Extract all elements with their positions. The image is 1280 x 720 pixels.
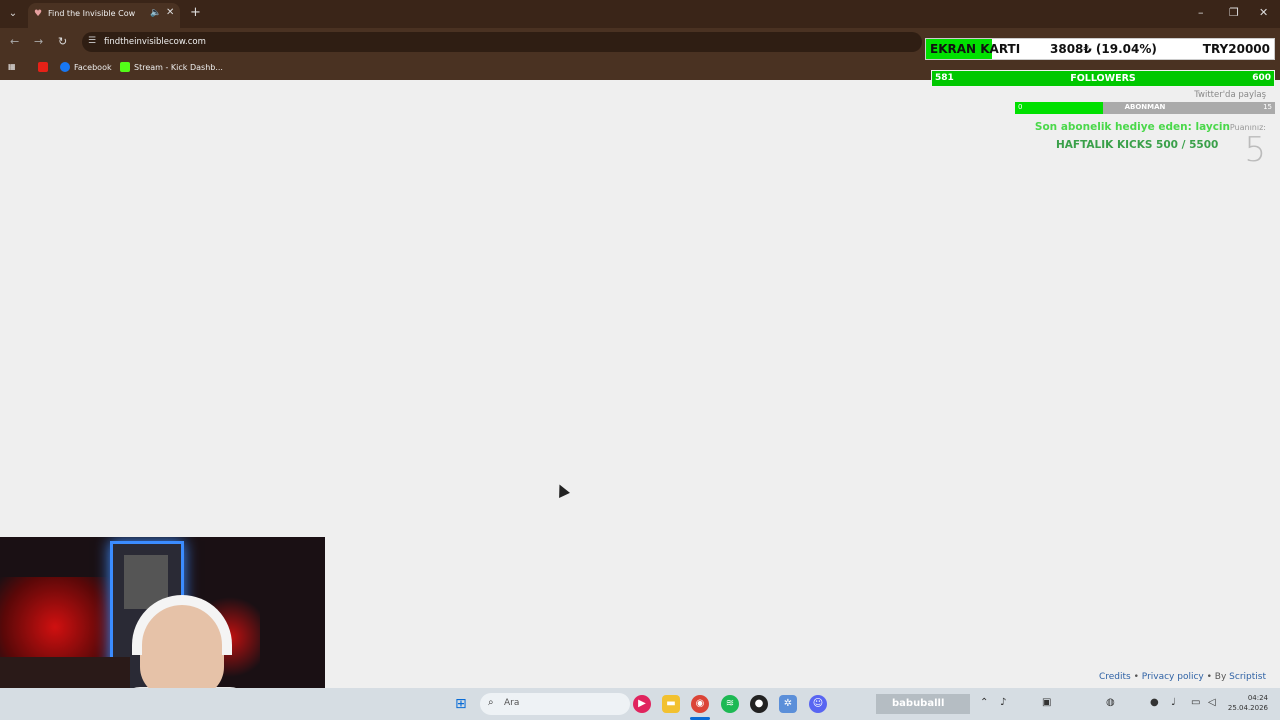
tray-audio-icon[interactable]: ♪ xyxy=(1000,697,1006,708)
reload-button[interactable]: ↻ xyxy=(58,35,67,48)
credits-link[interactable]: Credits xyxy=(1099,672,1131,682)
back-button[interactable]: ← xyxy=(10,35,19,48)
media-player-icon[interactable]: ▶ xyxy=(633,695,651,713)
subscriber-goal-label: ABONMAN xyxy=(1124,103,1166,111)
donation-goal-name: EKRAN KARTI xyxy=(930,42,1021,56)
footer-by: • By xyxy=(1206,672,1227,682)
youtube-icon xyxy=(38,62,48,72)
discord-icon[interactable]: ☺ xyxy=(809,695,827,713)
restore-button[interactable]: ❐ xyxy=(1229,6,1239,19)
subscriber-goal-max: 15 xyxy=(1263,103,1272,111)
weekly-kicks-text: HAFTALIK KICKS 500 / 5500 xyxy=(1056,139,1219,151)
cow-favicon-icon: ♥ xyxy=(34,9,43,19)
speaker-icon[interactable]: 🔈 xyxy=(150,8,161,18)
privacy-link[interactable]: Privacy policy xyxy=(1142,672,1204,682)
tab-title: Find the Invisible Cow xyxy=(48,9,136,18)
browser-tab[interactable]: ♥ Find the Invisible Cow 🔈 ✕ xyxy=(28,3,180,28)
windows-start-icon[interactable]: ⊞ xyxy=(455,696,471,712)
spotify-icon[interactable]: ≋ xyxy=(721,695,739,713)
clock-time: 04:24 xyxy=(1247,694,1268,702)
followers-goal-bar: 581 FOLLOWERS 600 xyxy=(931,70,1275,87)
close-window-button[interactable]: ✕ xyxy=(1259,6,1268,19)
followers-label: FOLLOWERS xyxy=(1070,73,1136,84)
bookmark-facebook-label: Facebook xyxy=(74,63,112,72)
tab-search-icon[interactable]: ⌄ xyxy=(6,7,20,21)
author-link[interactable]: Scriptist xyxy=(1229,672,1266,682)
windows-taskbar: ⊞ ⌕ Ara ▶ ▬ ◉ ≋ ● ✲ ☺ babuballl ⌃ ♪ ▣ ◍ … xyxy=(0,688,1280,720)
bookmark-youtube[interactable] xyxy=(38,62,52,72)
tray-network-icon[interactable]: ▭ xyxy=(1191,697,1200,708)
url-text: findtheinvisiblecow.com xyxy=(104,37,206,47)
address-bar[interactable]: ☰ findtheinvisiblecow.com xyxy=(82,32,922,52)
clock-date: 25.04.2026 xyxy=(1227,704,1268,712)
apps-grid-icon[interactable]: ▦ xyxy=(8,62,16,71)
chrome-icon[interactable]: ◉ xyxy=(691,695,709,713)
taskbar-search[interactable]: ⌕ Ara xyxy=(480,693,630,715)
search-icon: ⌕ xyxy=(488,697,494,708)
tray-app-icon[interactable]: ▣ xyxy=(1042,697,1051,708)
taskbar-clock[interactable]: 04:24 25.04.2026 xyxy=(1228,693,1268,713)
donation-goal-target: TRY20000 xyxy=(1202,42,1270,56)
tray-user-name: babuballl xyxy=(892,698,945,709)
subscriber-goal-bar: 0 ABONMAN 15 xyxy=(1015,102,1275,114)
tray-steam-icon[interactable]: ◍ xyxy=(1106,697,1115,708)
tray-chevron-up-icon[interactable]: ⌃ xyxy=(980,697,988,708)
footer-separator: • xyxy=(1133,672,1139,682)
bookmark-facebook[interactable]: Facebook xyxy=(60,62,112,72)
bookmark-kick[interactable]: Stream - Kick Dashb... xyxy=(120,62,223,72)
browser-titlebar: ⌄ ♥ Find the Invisible Cow 🔈 ✕ + – ❐ ✕ xyxy=(0,0,1280,28)
taskbar-search-placeholder: Ara xyxy=(504,698,520,708)
donation-goal-bar: EKRAN KARTI 3808₺ (19.04%) TRY20000 xyxy=(925,38,1275,60)
tray-user-widget[interactable]: babuballl xyxy=(876,694,970,714)
tray-record-icon[interactable]: ● xyxy=(1150,697,1159,708)
site-info-icon[interactable]: ☰ xyxy=(88,36,96,46)
page-footer: Credits • Privacy policy • By Scriptist xyxy=(1099,672,1266,682)
minimize-button[interactable]: – xyxy=(1198,6,1204,19)
obs-icon[interactable]: ● xyxy=(750,695,768,713)
donation-goal-current: 3808₺ (19.04%) xyxy=(1050,42,1157,56)
forward-button[interactable]: → xyxy=(34,35,43,48)
bookmark-kick-label: Stream - Kick Dashb... xyxy=(134,63,223,72)
new-tab-button[interactable]: + xyxy=(190,5,201,20)
file-explorer-icon[interactable]: ▬ xyxy=(662,695,680,713)
kick-icon xyxy=(120,62,130,72)
twitter-share-link[interactable]: Twitter'da paylaş xyxy=(1194,90,1266,100)
settings-gear-icon[interactable]: ✲ xyxy=(779,695,797,713)
tray-volume-icon[interactable]: ◁ xyxy=(1208,697,1216,708)
score-value: 5 xyxy=(1244,130,1266,170)
last-gift-sub-text: Son abonelik hediye eden: laycin xyxy=(1034,121,1230,133)
followers-max: 600 xyxy=(1252,73,1271,83)
facebook-icon xyxy=(60,62,70,72)
tray-mic-icon[interactable]: ♩ xyxy=(1171,697,1176,708)
close-tab-icon[interactable]: ✕ xyxy=(166,7,174,18)
